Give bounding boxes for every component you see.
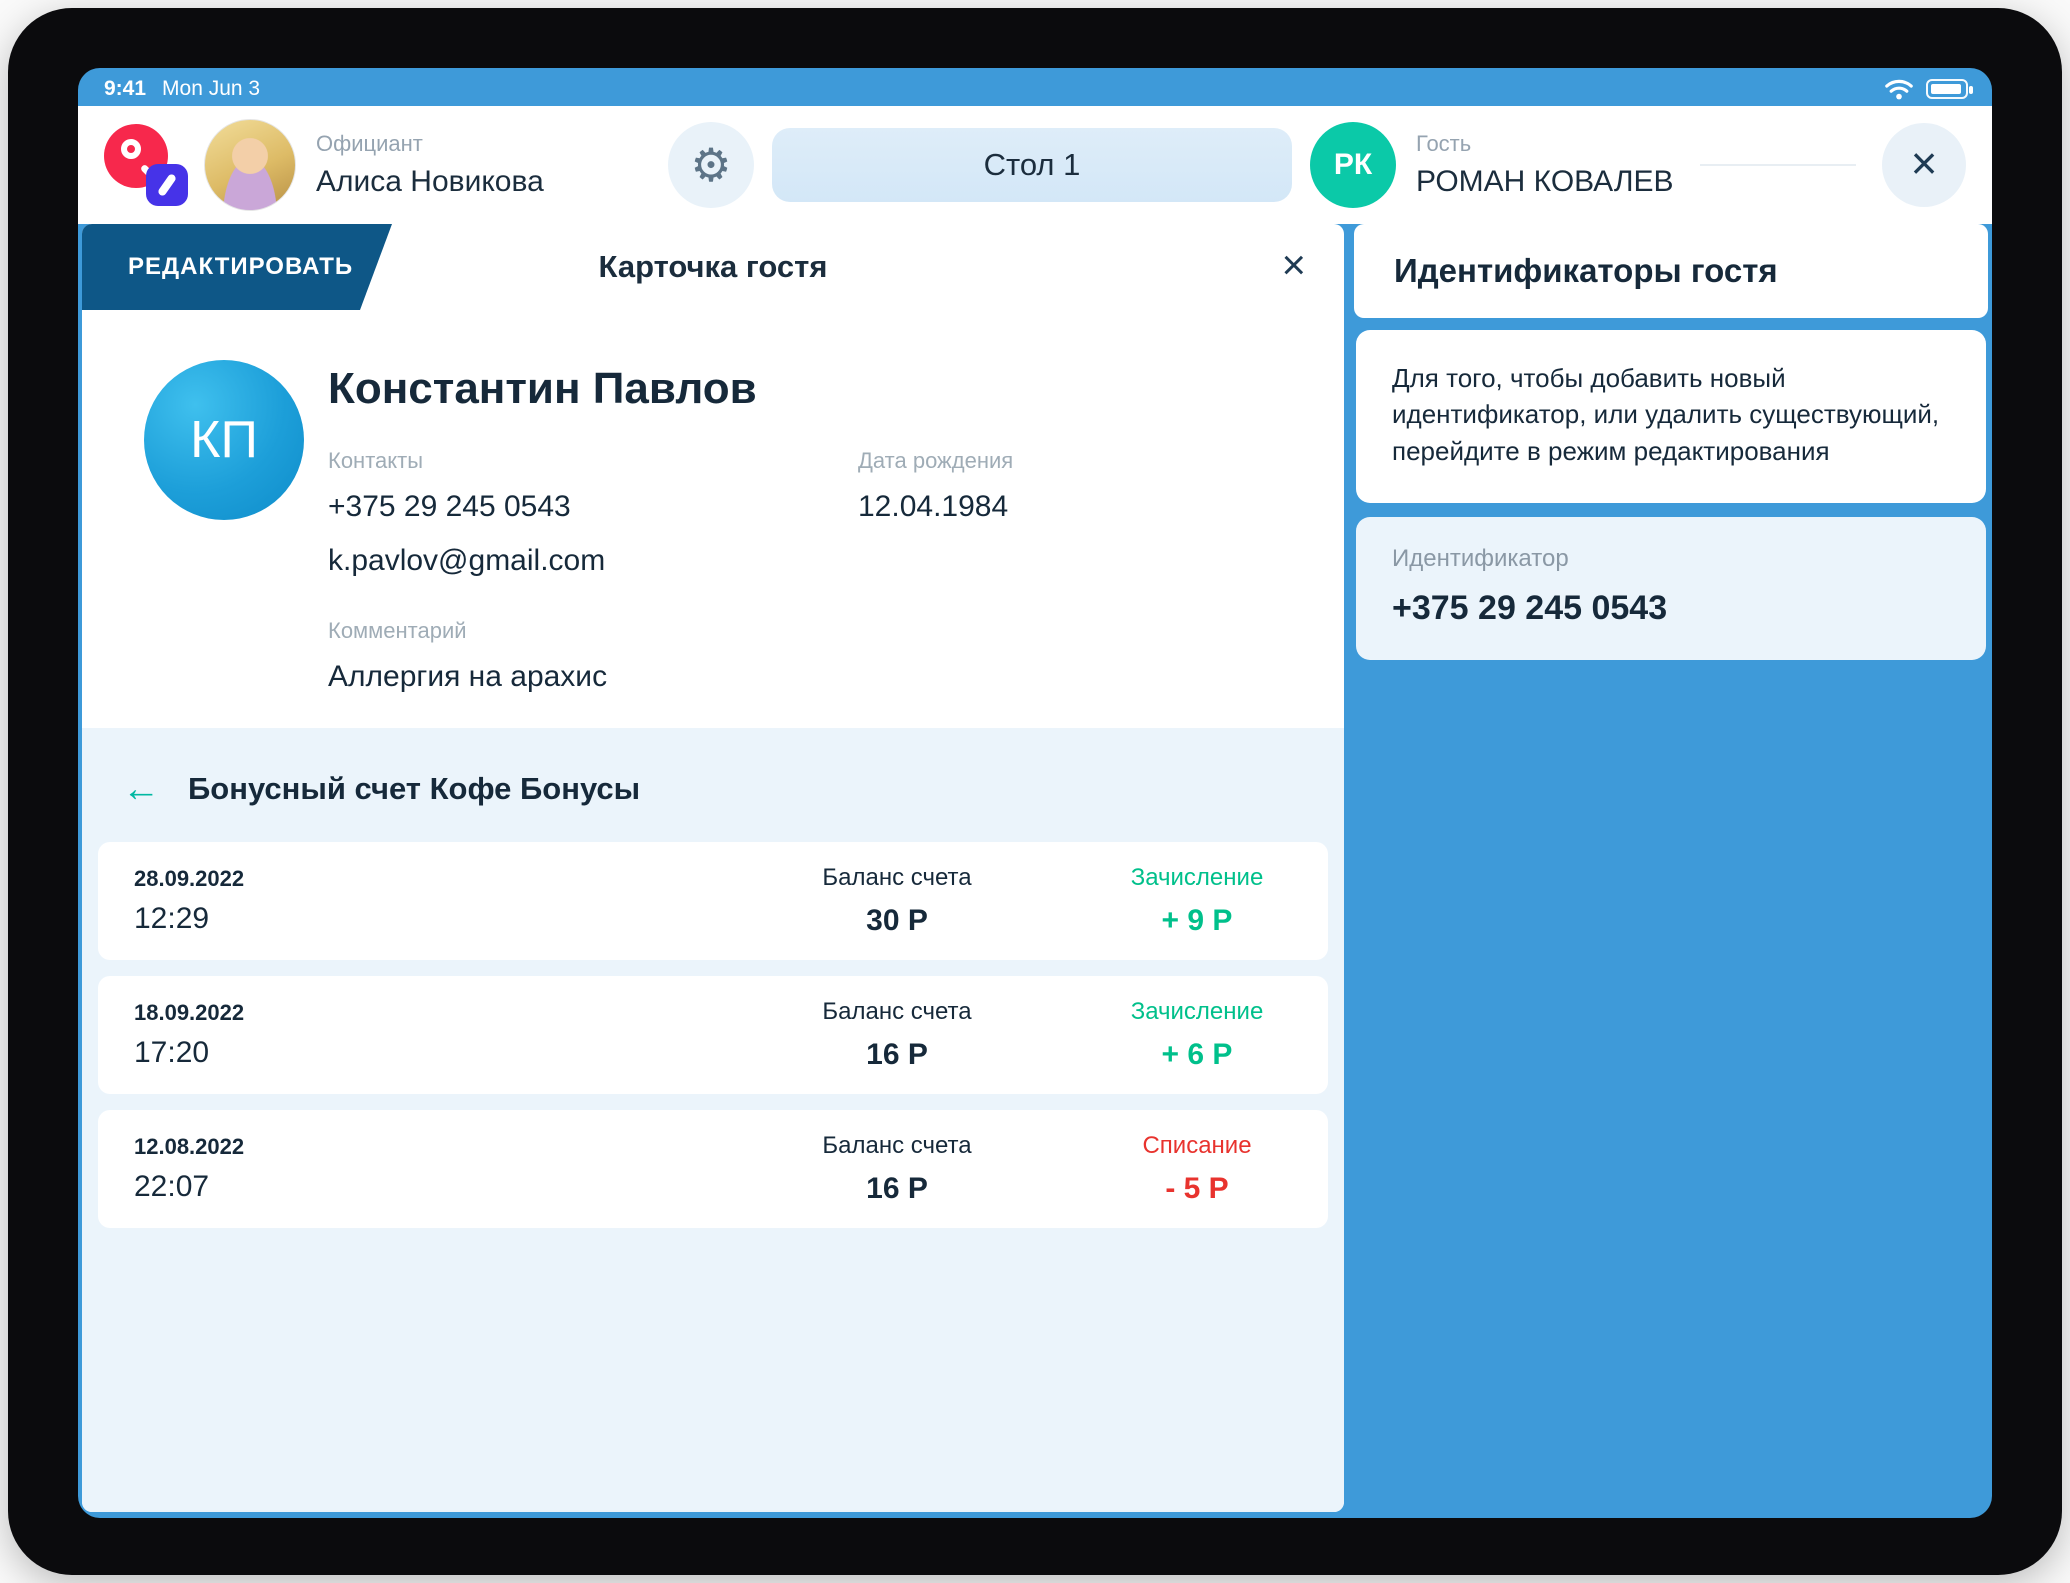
close-card-button[interactable]: ×: [1281, 224, 1306, 310]
guest-card-header: РЕДАКТИРОВАТЬ Карточка гостя ×: [82, 224, 1344, 310]
balance-label: Баланс счета: [787, 864, 1007, 892]
identifier-card: Идентификатор +375 29 245 0543: [1356, 517, 1986, 660]
waiter-block: Официант Алиса Новикова: [316, 131, 616, 199]
balance-value: 16 Р: [787, 1172, 1007, 1206]
row-time: 17:20: [134, 1036, 787, 1070]
tablet-bezel: 9:41 Mon Jun 3: [8, 8, 2062, 1575]
battery-icon: [1926, 79, 1968, 99]
guest-block: Гость РОМАН КОВАЛЕВ: [1416, 131, 1674, 199]
comment-value: Аллергия на арахис: [328, 660, 858, 694]
guest-phone: +375 29 245 0543: [328, 490, 858, 524]
status-time: 9:41: [104, 77, 146, 101]
bonus-row[interactable]: 18.09.2022 17:20 Баланс счета 16 Р Зачис…: [98, 976, 1328, 1094]
battery-nub: [1969, 86, 1973, 94]
table-button[interactable]: Стол 1: [772, 128, 1292, 202]
row-time: 22:07: [134, 1170, 787, 1204]
comment-label: Комментарий: [328, 618, 858, 644]
bonus-section: ← Бонусный счет Кофе Бонусы 28.09.2022 1…: [82, 728, 1344, 1512]
bonus-row[interactable]: 12.08.2022 22:07 Баланс счета 16 Р Списа…: [98, 1110, 1328, 1228]
balance-label: Баланс счета: [787, 1132, 1007, 1160]
guest-avatar: РК: [1310, 122, 1396, 208]
gear-icon: ⚙: [690, 142, 731, 188]
header-divider: [1700, 164, 1856, 166]
wifi-icon: [1884, 78, 1914, 100]
row-date: 18.09.2022: [134, 1000, 787, 1026]
main-area: РЕДАКТИРОВАТЬ Карточка гостя × КП Конста…: [78, 224, 1992, 1518]
guest-card-panel: РЕДАКТИРОВАТЬ Карточка гостя × КП Конста…: [82, 224, 1344, 1512]
operation-label: Списание: [1102, 1132, 1292, 1160]
row-time: 12:29: [134, 902, 787, 936]
status-date: Mon Jun 3: [162, 77, 260, 101]
guest-initials-avatar: КП: [144, 360, 304, 520]
close-guest-button[interactable]: ×: [1882, 123, 1966, 207]
operation-amount: + 6 Р: [1102, 1038, 1292, 1072]
contacts-label: Контакты: [328, 448, 858, 474]
identifier-label: Идентификатор: [1392, 545, 1950, 573]
waiter-avatar: [204, 119, 296, 211]
operation-label: Зачисление: [1102, 998, 1292, 1026]
bonus-title: Бонусный счет Кофе Бонусы: [188, 771, 640, 807]
row-date: 12.08.2022: [134, 1134, 787, 1160]
guest-name: РОМАН КОВАЛЕВ: [1416, 165, 1674, 199]
status-bar: 9:41 Mon Jun 3: [78, 68, 1992, 106]
balance-label: Баланс счета: [787, 998, 1007, 1026]
waiter-label: Официант: [316, 131, 616, 157]
bonus-row[interactable]: 28.09.2022 12:29 Баланс счета 30 Р Зачис…: [98, 842, 1328, 960]
balance-value: 30 Р: [787, 904, 1007, 938]
operation-label: Зачисление: [1102, 864, 1292, 892]
guest-label: Гость: [1416, 131, 1674, 157]
identifier-value: +375 29 245 0543: [1392, 589, 1950, 628]
edit-tab[interactable]: РЕДАКТИРОВАТЬ: [82, 224, 392, 310]
identifiers-title: Идентификаторы гостя: [1354, 224, 1988, 318]
close-icon: ×: [1281, 244, 1306, 286]
guest-info: КП Константин Павлов Контакты +375 29 24…: [82, 310, 1344, 728]
tablet-mockup: 9:41 Mon Jun 3: [0, 0, 2070, 1583]
row-date: 28.09.2022: [134, 866, 787, 892]
waiter-name: Алиса Новикова: [316, 165, 616, 199]
operation-amount: + 9 Р: [1102, 904, 1292, 938]
identifiers-description: Для того, чтобы добавить новый идентифик…: [1356, 330, 1986, 503]
birthdate-value: 12.04.1984: [858, 490, 1013, 524]
settings-button[interactable]: ⚙: [668, 122, 754, 208]
balance-value: 16 Р: [787, 1038, 1007, 1072]
app-screen: 9:41 Mon Jun 3: [78, 68, 1992, 1518]
app-header: Официант Алиса Новикова ⚙ Стол 1 РК Гост…: [78, 106, 1992, 224]
app-logo: [104, 122, 190, 208]
guest-full-name: Константин Павлов: [328, 364, 1284, 414]
logo-badge-icon: [146, 164, 188, 206]
identifiers-panel: Идентификаторы гостя Для того, чтобы доб…: [1354, 224, 1988, 1512]
battery-fill: [1931, 84, 1961, 94]
birthdate-label: Дата рождения: [858, 448, 1013, 474]
operation-amount: - 5 Р: [1102, 1172, 1292, 1206]
back-arrow-icon[interactable]: ←: [122, 770, 160, 808]
guest-email: k.pavlov@gmail.com: [328, 544, 858, 578]
close-icon: ×: [1911, 140, 1938, 186]
